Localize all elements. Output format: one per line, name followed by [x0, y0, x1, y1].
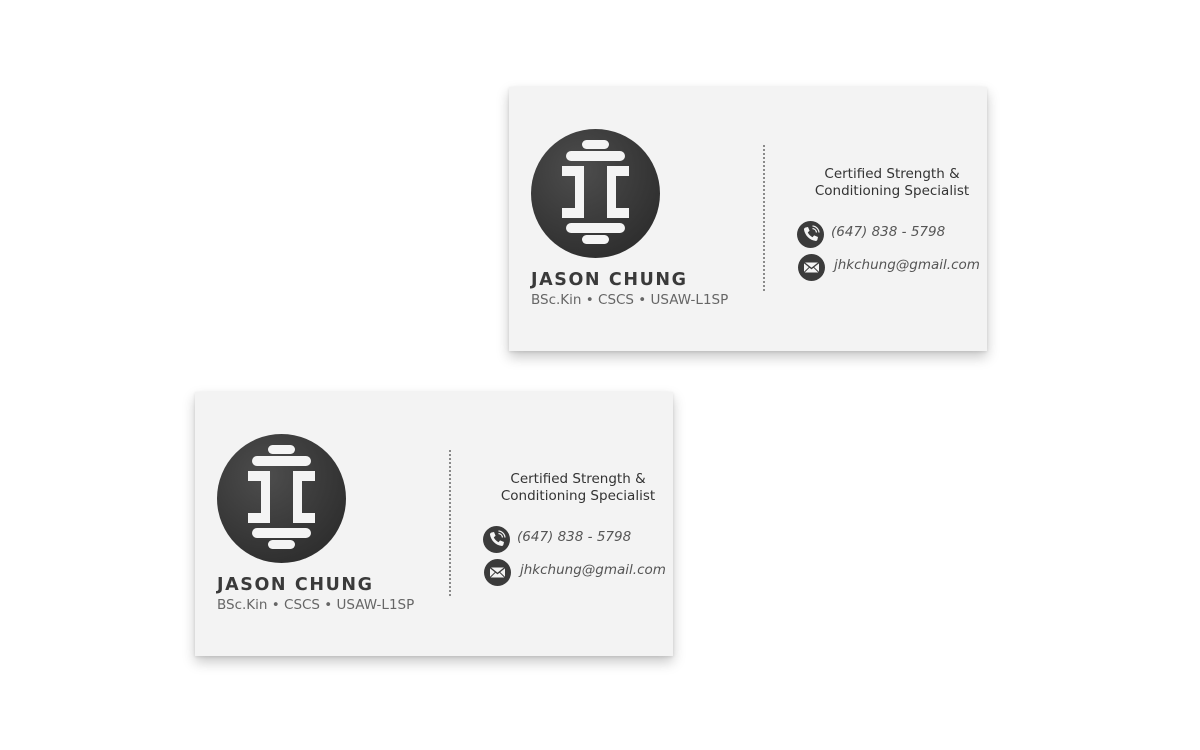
person-name: JASON CHUNG	[531, 270, 688, 290]
job-title-line2: Conditioning Specialist	[814, 183, 970, 199]
email-address: jhkchung@gmail.com	[520, 562, 666, 578]
phone-icon	[797, 221, 824, 248]
phone-icon	[483, 526, 510, 553]
job-title: Certified Strength & Conditioning Specia…	[807, 166, 977, 200]
dotted-divider	[449, 450, 451, 596]
job-title: Certified Strength & Conditioning Specia…	[493, 471, 663, 505]
jc-barbell-logo-icon	[217, 434, 346, 563]
job-title-line1: Certified Strength &	[824, 166, 960, 182]
business-card-front-top: JASON CHUNG BSc.Kin • CSCS • USAW-L1SP C…	[509, 87, 987, 351]
jc-barbell-logo-icon	[531, 129, 660, 258]
dotted-divider	[763, 145, 765, 291]
job-title-line1: Certified Strength &	[510, 471, 646, 487]
credentials: BSc.Kin • CSCS • USAW-L1SP	[217, 597, 415, 613]
phone-number: (647) 838 - 5798	[831, 224, 946, 240]
envelope-icon	[484, 559, 511, 586]
phone-number: (647) 838 - 5798	[517, 529, 632, 545]
credentials: BSc.Kin • CSCS • USAW-L1SP	[531, 292, 729, 308]
job-title-line2: Conditioning Specialist	[500, 488, 656, 504]
email-address: jhkchung@gmail.com	[834, 257, 980, 273]
envelope-icon	[798, 254, 825, 281]
business-card-front-bottom: JASON CHUNG BSc.Kin • CSCS • USAW-L1SP C…	[195, 392, 673, 656]
person-name: JASON CHUNG	[217, 575, 374, 595]
